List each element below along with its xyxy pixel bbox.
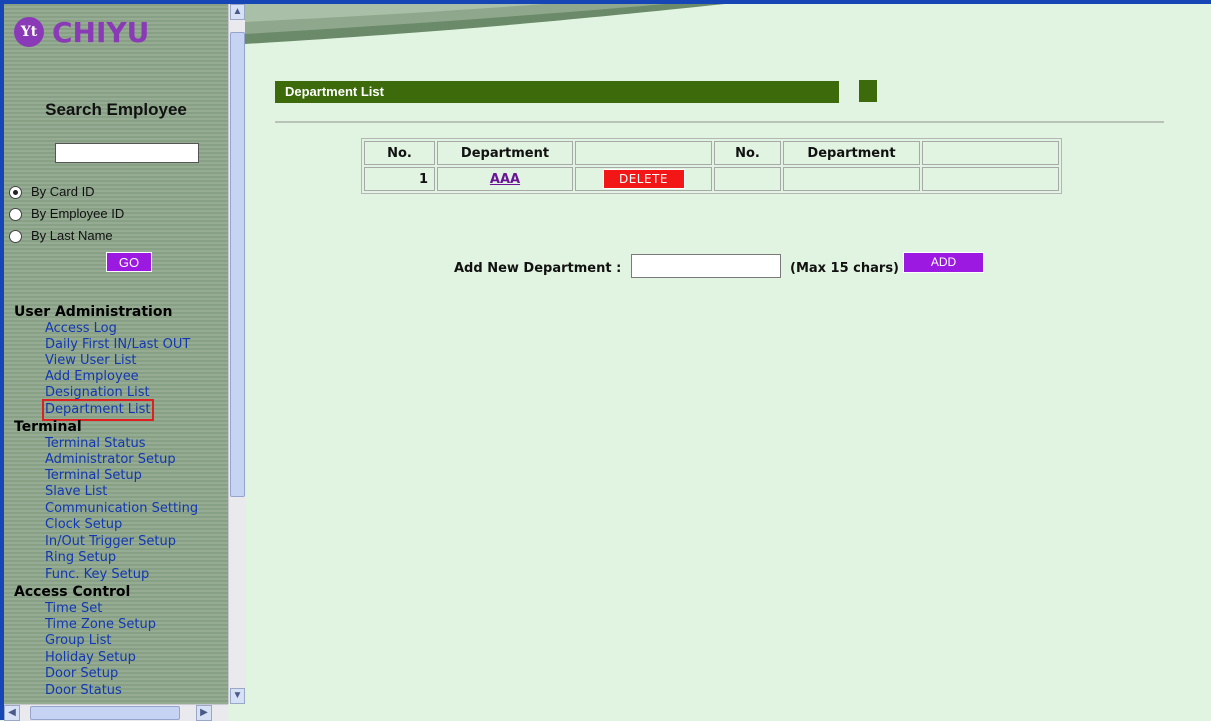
sidebar-horizontal-scrollbar[interactable]: ◀ ▶ — [4, 704, 228, 721]
radio-label: By Card ID — [31, 184, 95, 199]
menu-item-slave-list[interactable]: Slave List — [45, 484, 107, 500]
add-department-label: Add New Department : — [454, 261, 622, 276]
menu-item-department-list[interactable]: Department List — [42, 399, 154, 421]
menu-item-view-user-list[interactable]: View User List — [45, 353, 136, 369]
menu-item-func-key-setup[interactable]: Func. Key Setup — [45, 567, 149, 583]
radio-by-card-id[interactable]: By Card ID — [9, 184, 95, 199]
scroll-right-arrow-icon[interactable]: ▶ — [196, 705, 212, 721]
radio-label: By Employee ID — [31, 206, 125, 221]
menu-item-designation-list[interactable]: Designation List — [45, 385, 150, 401]
menu-item-time-set[interactable]: Time Set — [45, 601, 102, 617]
action-cell: DELETE — [575, 167, 712, 191]
header-decoration — [245, 4, 725, 44]
max-chars-hint: (Max 15 chars) — [790, 261, 900, 276]
menu-heading-access-control: Access Control — [14, 584, 131, 600]
department-cell: AAA — [437, 167, 573, 191]
scroll-thumb-horizontal[interactable] — [30, 706, 180, 720]
new-department-input[interactable] — [631, 254, 781, 278]
table-row: 1 AAA DELETE — [364, 167, 1059, 191]
menu-item-terminal-setup[interactable]: Terminal Setup — [45, 468, 142, 484]
radio-by-employee-id[interactable]: By Employee ID — [9, 206, 125, 221]
menu-item-time-zone-setup[interactable]: Time Zone Setup — [45, 617, 156, 633]
scroll-left-arrow-icon[interactable]: ◀ — [4, 705, 20, 721]
logo-mark-icon: Yt — [14, 17, 44, 47]
title-divider — [275, 121, 1164, 123]
logo: Yt CHIYU — [14, 12, 149, 52]
main-content: Department List No. Department No. Depar… — [245, 4, 1211, 720]
scroll-thumb[interactable] — [230, 32, 245, 497]
menu-item-door-status[interactable]: Door Status — [45, 683, 122, 699]
menu-item-door-setup[interactable]: Door Setup — [45, 666, 118, 682]
title-decoration-square — [859, 80, 877, 102]
department-link[interactable]: AAA — [490, 172, 520, 187]
add-button[interactable]: ADD — [903, 252, 984, 273]
scroll-up-arrow-icon[interactable]: ▲ — [230, 4, 245, 20]
radio-button-icon[interactable] — [9, 208, 22, 221]
search-input[interactable] — [55, 143, 199, 163]
page-title: Department List — [275, 81, 839, 103]
menu-item-access-log[interactable]: Access Log — [45, 321, 117, 337]
go-button[interactable]: GO — [106, 252, 152, 272]
department-table: No. Department No. Department 1 AAA DELE… — [361, 138, 1062, 194]
menu-item-in-out-trigger-setup[interactable]: In/Out Trigger Setup — [45, 534, 176, 550]
menu-heading-terminal: Terminal — [14, 419, 82, 435]
logo-name: CHIYU — [52, 15, 150, 49]
menu-heading-user-administration: User Administration — [14, 304, 173, 320]
delete-button[interactable]: DELETE — [602, 169, 685, 189]
radio-button-icon[interactable] — [9, 186, 22, 199]
table-header-department: Department — [437, 141, 573, 165]
empty-cell — [783, 167, 920, 191]
radio-button-icon[interactable] — [9, 230, 22, 243]
menu-item-group-list[interactable]: Group List — [45, 633, 111, 649]
search-title: Search Employee — [45, 100, 187, 119]
radio-by-last-name[interactable]: By Last Name — [9, 228, 113, 243]
menu-item-ring-setup[interactable]: Ring Setup — [45, 550, 116, 566]
table-header-row: No. Department No. Department — [364, 141, 1059, 165]
table-header-no-2: No. — [714, 141, 781, 165]
menu-item-add-employee[interactable]: Add Employee — [45, 369, 139, 385]
table-header-department-2: Department — [783, 141, 920, 165]
menu-item-holiday-setup[interactable]: Holiday Setup — [45, 650, 136, 666]
table-header-action-2 — [922, 141, 1059, 165]
radio-label: By Last Name — [31, 228, 113, 243]
menu-item-daily-first-in-last-out[interactable]: Daily First IN/Last OUT — [45, 337, 190, 353]
empty-cell — [922, 167, 1059, 191]
table-header-action — [575, 141, 712, 165]
sidebar: Yt CHIYU Search Employee By Card ID By E… — [4, 4, 228, 704]
menu-item-administrator-setup[interactable]: Administrator Setup — [45, 452, 176, 468]
menu-item-terminal-status[interactable]: Terminal Status — [45, 436, 146, 452]
row-number: 1 — [364, 167, 435, 191]
scroll-down-arrow-icon[interactable]: ▼ — [230, 688, 245, 704]
empty-cell — [714, 167, 781, 191]
table-header-no: No. — [364, 141, 435, 165]
menu-item-clock-setup[interactable]: Clock Setup — [45, 517, 122, 533]
menu-item-communication-setting[interactable]: Communication Setting — [45, 501, 198, 517]
sidebar-vertical-scrollbar[interactable]: ▲ ▼ — [228, 4, 246, 704]
